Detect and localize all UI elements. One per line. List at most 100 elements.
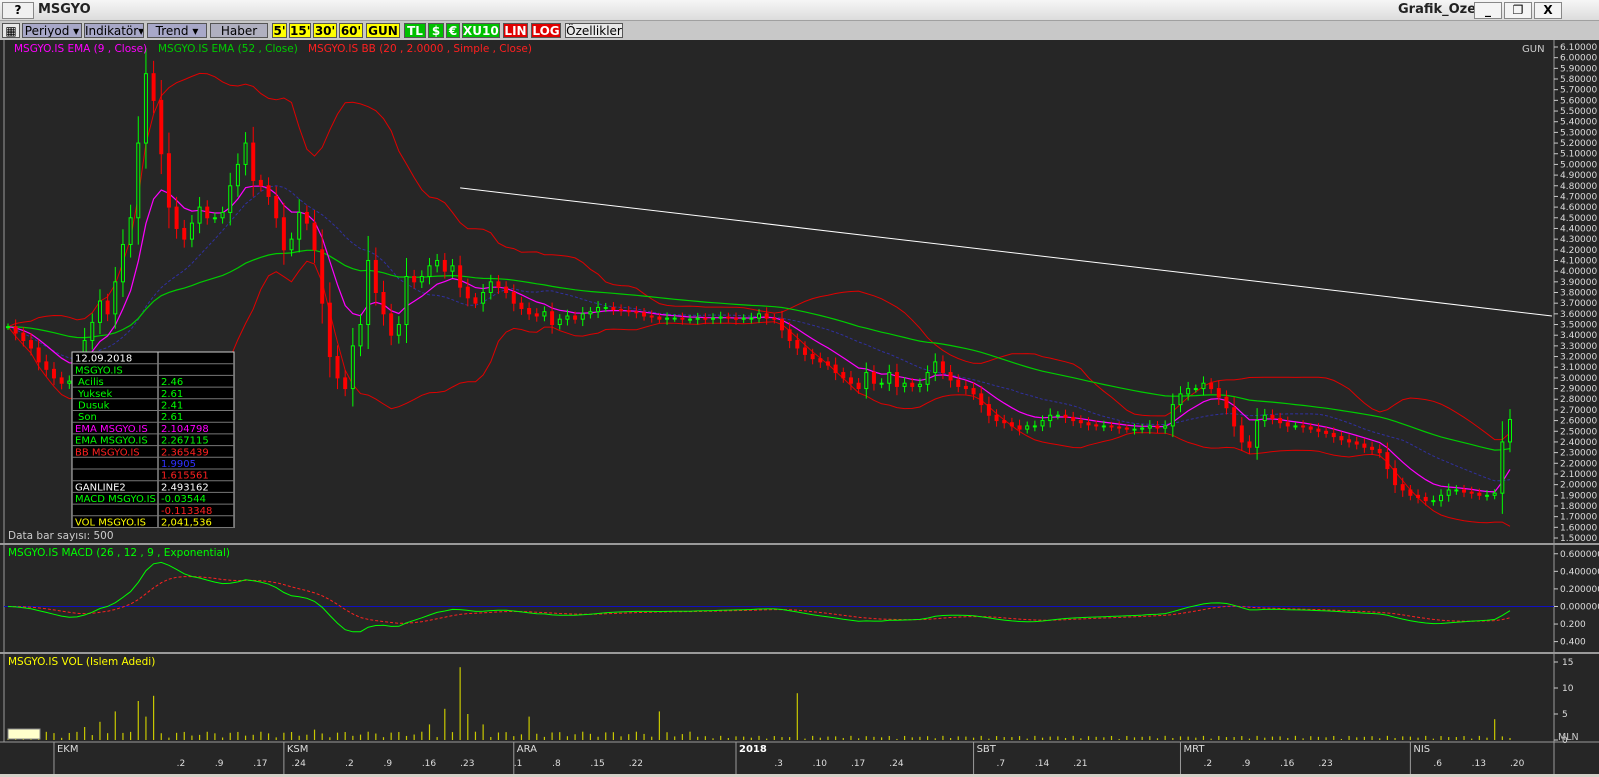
restore-button[interactable]: ❐ <box>1504 2 1532 19</box>
price-tick-label: 4.10000 <box>1560 256 1597 266</box>
price-tick-label: 3.70000 <box>1560 299 1597 309</box>
day-tick-label: .14 <box>1035 759 1050 769</box>
interval-5m-button[interactable]: 5' <box>272 23 287 38</box>
macd-tick-label: 0.000000 <box>1560 602 1599 612</box>
candle-body <box>879 382 884 385</box>
candle-body <box>665 317 670 320</box>
candle-body <box>1446 489 1451 496</box>
indicators-label: Indikatör <box>85 24 139 38</box>
help-button[interactable]: ? <box>2 2 34 19</box>
candle-body <box>802 347 807 355</box>
trend-menu[interactable]: Trend ▾ <box>147 23 207 38</box>
price-tick-label: 1.50000 <box>1560 534 1597 544</box>
candle-body <box>994 414 999 422</box>
price-tick-label: 4.70000 <box>1560 192 1597 202</box>
candle-body <box>1301 425 1306 428</box>
candle-body <box>281 217 286 251</box>
minimize-button[interactable]: _ <box>1474 2 1502 19</box>
indicators-menu[interactable]: Indikatör▾ <box>84 23 144 38</box>
chart-background <box>0 40 1599 774</box>
candle-body <box>1032 425 1037 428</box>
candle-body <box>703 317 708 320</box>
interval-day-button[interactable]: GUN <box>366 23 400 38</box>
candle-body <box>787 329 792 342</box>
candle-body <box>235 163 240 187</box>
vol-unit: MLN <box>1558 732 1579 743</box>
price-tick-label: 5.10000 <box>1560 150 1597 160</box>
price-tick-label: 4.20000 <box>1560 246 1597 256</box>
candle-body <box>1209 382 1214 390</box>
candle-body <box>619 309 624 312</box>
candle-body <box>258 179 263 187</box>
data-window-value: 2,041,536 <box>161 518 212 529</box>
candle-body <box>1469 491 1474 494</box>
currency-tl-button[interactable]: TL <box>404 23 426 38</box>
scale-log-button[interactable]: LOG <box>531 23 561 38</box>
candle-body <box>902 382 907 387</box>
legend-ema9: MSGYO.IS EMA (9 , Close) <box>14 43 147 55</box>
features-button[interactable]: Özellikler <box>565 23 623 38</box>
candle-body <box>649 315 654 318</box>
candle-body <box>557 318 562 326</box>
price-tick-label: 2.00000 <box>1560 481 1597 491</box>
candle-body <box>550 311 555 326</box>
macd-tick-label: 0.400 <box>1560 638 1586 648</box>
candle-body <box>1416 494 1421 498</box>
currency-usd-button[interactable]: $ <box>428 23 444 38</box>
data-window-label: GANLINE2 <box>75 482 126 493</box>
candle-body <box>1009 422 1014 427</box>
close-button[interactable]: X <box>1534 2 1562 19</box>
month-label: 2018 <box>739 744 767 755</box>
candle-body <box>1262 414 1267 422</box>
candle-body <box>1278 417 1283 424</box>
index-xu100-button[interactable]: XU100 <box>462 23 500 38</box>
candle-body <box>197 206 202 224</box>
interval-60m-button[interactable]: 60' <box>339 23 363 38</box>
chart-canvas[interactable]: 6.100006.000005.900005.800005.700005.600… <box>0 40 1599 774</box>
candle-body <box>519 302 524 310</box>
currency-eur-button[interactable]: € <box>446 23 460 38</box>
candle-body <box>166 153 171 208</box>
data-window-label: MACD MSGYO.IS <box>75 494 156 505</box>
data-window-label: MSGYO.IS <box>75 365 123 376</box>
interval-15m-button[interactable]: 15' <box>289 23 311 38</box>
candle-body <box>910 382 915 387</box>
price-tick-label: 5.40000 <box>1560 118 1597 128</box>
day-tick-label: .2 <box>1203 759 1212 769</box>
scale-linear-button[interactable]: LIN <box>503 23 528 38</box>
price-tick-label: 5.50000 <box>1560 107 1597 117</box>
news-button[interactable]: Haber <box>210 23 268 38</box>
candle-body <box>1232 407 1237 427</box>
price-tick-label: 3.90000 <box>1560 278 1597 288</box>
candle-body <box>1370 446 1375 450</box>
price-tick-label: 5.20000 <box>1560 139 1597 149</box>
app-icon[interactable]: ▦ <box>2 23 20 38</box>
day-tick-label: .20 <box>1510 759 1525 769</box>
interval-30m-button[interactable]: 30' <box>313 23 337 38</box>
candle-body <box>1063 414 1068 418</box>
day-tick-label: .7 <box>997 759 1006 769</box>
candle-body <box>366 259 371 326</box>
candle-body <box>986 404 991 416</box>
price-tick-label: 3.10000 <box>1560 363 1597 373</box>
candle-body <box>1002 420 1007 424</box>
data-window-value: 2.41 <box>161 401 183 412</box>
period-menu[interactable]: Periyod ▾ <box>22 23 82 38</box>
candle-body <box>948 372 953 381</box>
candle-body <box>726 316 731 319</box>
candle-body <box>933 361 938 374</box>
day-tick-label: .23 <box>1318 759 1332 769</box>
candle-body <box>159 99 164 155</box>
candle-body <box>1224 396 1229 409</box>
day-tick-label: .22 <box>629 759 643 769</box>
chart-area[interactable]: 6.10000 6.00000 5.90000 5.80000 5.70000 5.600… <box>0 40 1599 774</box>
price-tick-label: 2.90000 <box>1560 385 1597 395</box>
candle-body <box>182 227 187 240</box>
vol-tick-label: 15 <box>1562 658 1573 668</box>
price-tick-label: 5.60000 <box>1560 96 1597 106</box>
candle-body <box>251 142 256 181</box>
candle-body <box>963 385 968 390</box>
data-window-label: VOL MSGYO.IS <box>75 518 146 529</box>
data-window-value: 2.46 <box>161 377 183 388</box>
candle-body <box>335 356 340 379</box>
